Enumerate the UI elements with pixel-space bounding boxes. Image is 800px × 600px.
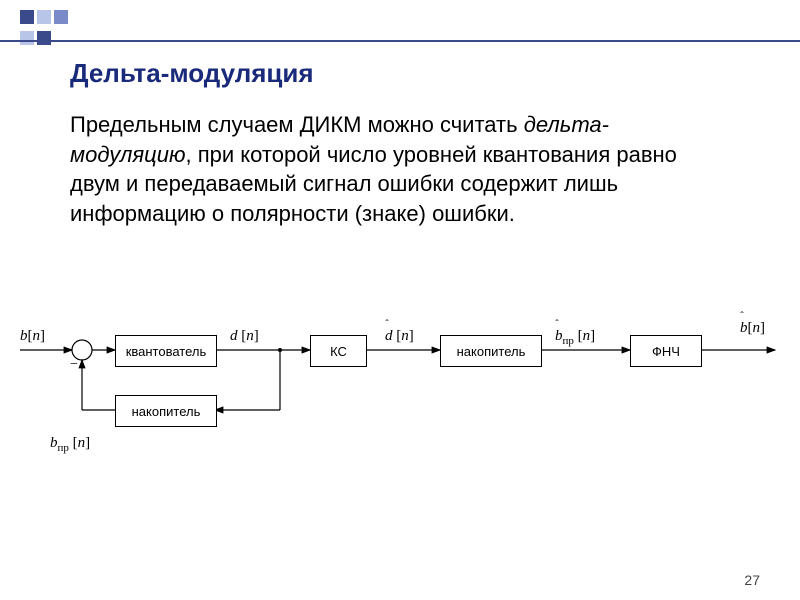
slide-title: Дельта-модуляция	[70, 58, 314, 89]
block-quantizer: квантователь	[115, 335, 217, 367]
label-b-n: b[n]	[20, 328, 45, 345]
label-b-pr-hat-n: b̂пр [n]	[555, 328, 595, 347]
label-b-pr-n: bпр [n]	[50, 435, 90, 454]
block-lpf: ФНЧ	[630, 335, 702, 367]
slide-paragraph: Предельным случаем ДИКМ можно считать де…	[70, 110, 710, 229]
label-d-hat-n: d̂ [n]	[385, 328, 414, 345]
block-diagram: − квантователь накопитель КС накопитель …	[20, 300, 780, 500]
page-number: 27	[744, 572, 760, 588]
label-b-hat-n: b̂[n]	[740, 320, 765, 337]
svg-text:−: −	[70, 357, 78, 372]
label-d-n: d [n]	[230, 328, 259, 345]
decorative-rule	[0, 40, 800, 42]
block-accumulator-receiver: накопитель	[440, 335, 542, 367]
block-channel: КС	[310, 335, 367, 367]
block-accumulator-feedback: накопитель	[115, 395, 217, 427]
paragraph-pre: Предельным случаем ДИКМ можно считать	[70, 112, 524, 137]
